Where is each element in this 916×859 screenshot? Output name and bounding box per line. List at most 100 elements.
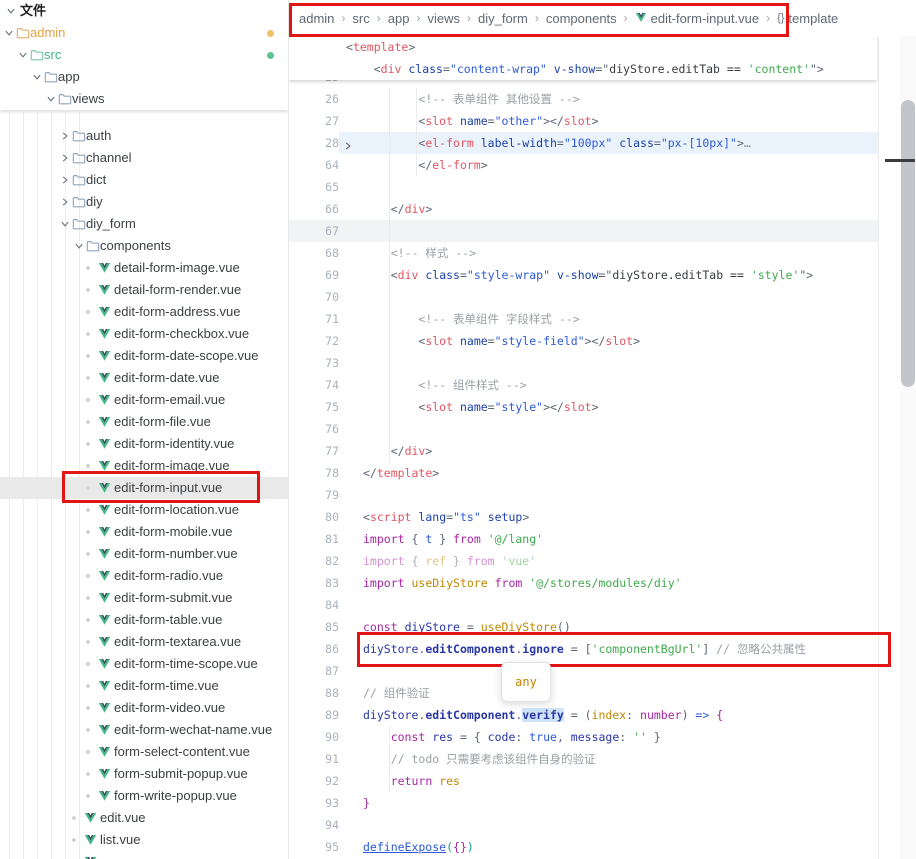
code-line[interactable]: 71 <!-- 表单组件 字段样式 --> xyxy=(289,308,878,330)
tree-item-form-select-content.vue[interactable]: form-select-content.vue xyxy=(0,741,288,763)
tree-item-edit-form-textarea.vue[interactable]: edit-form-textarea.vue xyxy=(0,631,288,653)
tree-item-views[interactable]: views xyxy=(0,88,288,110)
tree-item-edit-form-video.vue[interactable]: edit-form-video.vue xyxy=(0,697,288,719)
file-modified-dot xyxy=(86,288,90,292)
tree-item-app[interactable]: app xyxy=(0,66,288,88)
code-line[interactable]: 70 xyxy=(289,286,878,308)
code-line[interactable]: 64 </el-form> xyxy=(289,154,878,176)
line-number: 74 xyxy=(289,374,339,396)
tree-item-edit-form-wechat-name.vue[interactable]: edit-form-wechat-name.vue xyxy=(0,719,288,741)
tree-item-detail-form-render.vue[interactable]: detail-form-render.vue xyxy=(0,279,288,301)
file-modified-dot xyxy=(86,376,90,380)
code-line[interactable]: 81import { t } from '@/lang' xyxy=(289,528,878,550)
vertical-scrollbar[interactable] xyxy=(900,0,916,859)
vue-file-icon xyxy=(98,657,112,671)
code-line-text: </div> xyxy=(363,198,432,220)
chevron-right-icon xyxy=(60,131,70,141)
vue-file-icon xyxy=(84,833,98,847)
code-line[interactable]: 73 xyxy=(289,352,878,374)
vue-file-icon xyxy=(98,525,112,539)
tree-item-edit-form-radio.vue[interactable]: edit-form-radio.vue xyxy=(0,565,288,587)
tree-item-edit-form-number.vue[interactable]: edit-form-number.vue xyxy=(0,543,288,565)
tree-item-edit-form-time-scope.vue[interactable]: edit-form-time-scope.vue xyxy=(0,653,288,675)
code-line[interactable]: 78</template> xyxy=(289,462,878,484)
tree-item-label: list.vue xyxy=(100,829,140,851)
code-line[interactable]: 89diyStore.editComponent.verify = (index… xyxy=(289,704,878,726)
tree-item-list.vue[interactable]: list.vue xyxy=(0,829,288,851)
code-line[interactable]: 65 xyxy=(289,176,878,198)
tree-item-clipped[interactable] xyxy=(0,851,288,859)
code-line[interactable]: 75 <slot name="style"></slot> xyxy=(289,396,878,418)
tree-item-form-submit-popup.vue[interactable]: form-submit-popup.vue xyxy=(0,763,288,785)
sticky-code-line[interactable]: <template> xyxy=(346,36,415,58)
tree-item-edit-form-checkbox.vue[interactable]: edit-form-checkbox.vue xyxy=(0,323,288,345)
explorer-section-header[interactable]: 文件 xyxy=(0,0,288,22)
tree-item-channel[interactable]: channel xyxy=(0,147,288,169)
code-line[interactable]: 93} xyxy=(289,792,878,814)
file-modified-dot xyxy=(86,530,90,534)
code-line[interactable]: 26 <!-- 表单组件 其他设置 --> xyxy=(289,88,878,110)
vue-file-icon xyxy=(98,393,112,407)
tree-item-edit.vue[interactable]: edit.vue xyxy=(0,807,288,829)
code-line[interactable]: 83import useDiyStore from '@/stores/modu… xyxy=(289,572,878,594)
code-line[interactable]: 74 <!-- 组件样式 --> xyxy=(289,374,878,396)
line-number: 80 xyxy=(289,506,339,528)
sticky-code-line[interactable]: <div class="content-wrap" v-show="diySto… xyxy=(346,58,824,80)
file-modified-dot xyxy=(86,508,90,512)
tree-item-edit-form-email.vue[interactable]: edit-form-email.vue xyxy=(0,389,288,411)
status-badge xyxy=(267,30,274,37)
tree-item-label: edit-form-file.vue xyxy=(114,411,211,433)
tree-item-src[interactable]: src xyxy=(0,44,288,66)
tree-item-edit-form-mobile.vue[interactable]: edit-form-mobile.vue xyxy=(0,521,288,543)
vue-file-icon xyxy=(98,613,112,627)
vue-file-icon xyxy=(98,745,112,759)
code-line[interactable]: 90 const res = { code: true, message: ''… xyxy=(289,726,878,748)
tree-item-admin[interactable]: admin xyxy=(0,22,288,44)
tree-item-edit-form-date.vue[interactable]: edit-form-date.vue xyxy=(0,367,288,389)
code-line[interactable]: 80<script lang="ts" setup> xyxy=(289,506,878,528)
code-line[interactable]: 82import { ref } from 'vue' xyxy=(289,550,878,572)
tree-item-edit-form-date-scope.vue[interactable]: edit-form-date-scope.vue xyxy=(0,345,288,367)
code-line[interactable]: 95defineExpose({}) xyxy=(289,836,878,858)
line-number: 94 xyxy=(289,814,339,836)
code-editor[interactable]: 2526 <!-- 表单组件 其他设置 -->27 <slot name="ot… xyxy=(289,0,916,859)
code-line[interactable]: 27 <slot name="other"></slot> xyxy=(289,110,878,132)
tree-item-edit-form-table.vue[interactable]: edit-form-table.vue xyxy=(0,609,288,631)
sticky-scroll-lines[interactable]: <template> <div class="content-wrap" v-s… xyxy=(289,36,877,80)
code-line[interactable]: 84 xyxy=(289,594,878,616)
breadcrumb-item-template[interactable]: template xyxy=(788,11,838,26)
tree-item-edit-form-identity.vue[interactable]: edit-form-identity.vue xyxy=(0,433,288,455)
tree-item-edit-form-submit.vue[interactable]: edit-form-submit.vue xyxy=(0,587,288,609)
tree-item-auth[interactable]: auth xyxy=(0,125,288,147)
tree-item-edit-form-file.vue[interactable]: edit-form-file.vue xyxy=(0,411,288,433)
tree-item-label: form-write-popup.vue xyxy=(114,785,237,807)
tree-item-edit-form-address.vue[interactable]: edit-form-address.vue xyxy=(0,301,288,323)
code-line[interactable]: 94 xyxy=(289,814,878,836)
tree-item-dict[interactable]: dict xyxy=(0,169,288,191)
scrollbar-thumb[interactable] xyxy=(901,100,915,387)
tree-item-diy_form[interactable]: diy_form xyxy=(0,213,288,235)
tree-item-label: edit-form-time-scope.vue xyxy=(114,653,258,675)
chevron-down-icon xyxy=(4,28,14,38)
code-line[interactable]: 69 <div class="style-wrap" v-show="diySt… xyxy=(289,264,878,286)
fold-chevron-right-icon[interactable] xyxy=(343,138,353,154)
code-line[interactable]: 79 xyxy=(289,484,878,506)
code-line[interactable]: 76 xyxy=(289,418,878,440)
code-line[interactable]: 66 </div> xyxy=(289,198,878,220)
code-line[interactable]: 92 return res xyxy=(289,770,878,792)
code-line[interactable]: 91 // todo 只需要考虑该组件自身的验证 xyxy=(289,748,878,770)
code-line[interactable]: 28 <el-form label-width="100px" class="p… xyxy=(289,132,878,154)
line-number: 73 xyxy=(289,352,339,374)
tree-item-diy[interactable]: diy xyxy=(0,191,288,213)
folder-icon xyxy=(58,92,72,106)
code-line[interactable]: 77 </div> xyxy=(289,440,878,462)
minimap[interactable] xyxy=(878,0,901,859)
code-line[interactable]: 72 <slot name="style-field"></slot> xyxy=(289,330,878,352)
tree-item-edit-form-time.vue[interactable]: edit-form-time.vue xyxy=(0,675,288,697)
tree-item-detail-form-image.vue[interactable]: detail-form-image.vue xyxy=(0,257,288,279)
tree-item-components[interactable]: components xyxy=(0,235,288,257)
tree-item-form-write-popup.vue[interactable]: form-write-popup.vue xyxy=(0,785,288,807)
code-line[interactable]: 68 <!-- 样式 --> xyxy=(289,242,878,264)
code-line[interactable]: 88// 组件验证 xyxy=(289,682,878,704)
code-line[interactable]: 67 xyxy=(289,220,878,242)
